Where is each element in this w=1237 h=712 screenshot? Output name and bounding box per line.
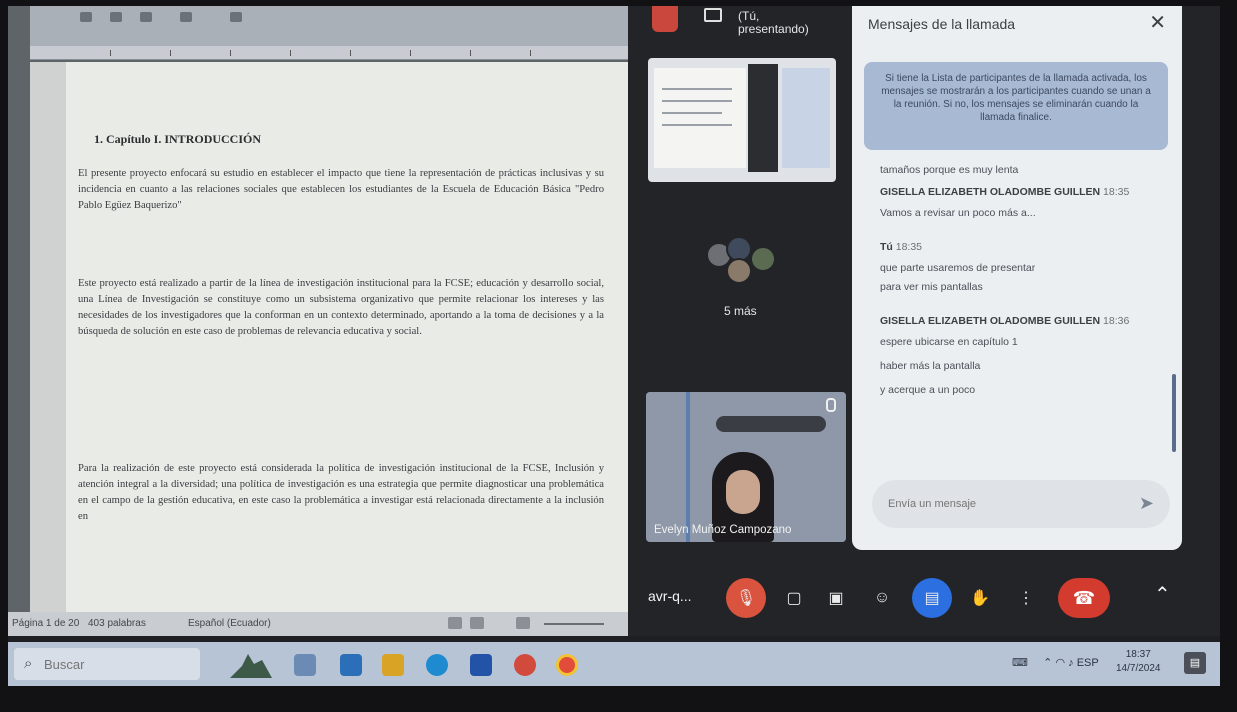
chat-title: Mensajes de la llamada — [868, 16, 1016, 32]
language-status[interactable]: Español (Ecuador) — [188, 618, 271, 629]
captions-icon: ▣ — [828, 590, 844, 607]
word-icon[interactable] — [470, 654, 492, 676]
send-icon[interactable]: ➤ — [1139, 493, 1154, 514]
leave-call-button[interactable]: ☎ — [1058, 578, 1110, 618]
message-sender: GISELLA ELIZABETH OLADOMBE GUILLEN 18:35 — [880, 186, 1130, 198]
app-icon[interactable] — [514, 654, 536, 676]
meeting-code: avr-q... — [648, 588, 692, 604]
chat-panel: Mensajes de la llamada ✕ Si tiene la Lis… — [852, 6, 1182, 550]
chrome-icon[interactable] — [556, 654, 578, 676]
participant-name: Evelyn Muñoz Campozano — [654, 524, 792, 536]
message-sender: Tú 18:35 — [880, 241, 923, 253]
system-tray[interactable]: ⌨ ⌃ ◠ ♪ ESP — [1012, 656, 1099, 669]
message-text: haber más la pantalla — [880, 360, 981, 372]
close-icon[interactable]: ✕ — [1149, 10, 1166, 35]
document-paragraph: Este proyecto está realizado a partir de… — [78, 278, 604, 337]
taskbar-search[interactable]: ⌕ — [14, 648, 200, 680]
chat-notice: Si tiene la Lista de participantes de la… — [864, 62, 1168, 150]
more-icon: ⋮ — [1018, 590, 1034, 607]
chat-input-box[interactable]: ➤ — [872, 480, 1170, 528]
others-avatars[interactable] — [706, 236, 784, 286]
bird-widget-icon[interactable] — [228, 650, 274, 680]
print-view-icon[interactable] — [470, 617, 484, 629]
document-margin — [30, 62, 66, 612]
present-icon: ▤ — [924, 590, 940, 607]
message-time: 18:36 — [1103, 315, 1130, 327]
save-icon[interactable] — [80, 12, 92, 22]
message-text: Vamos a revisar un poco más a... — [880, 207, 1036, 219]
hand-icon: ✋ — [970, 590, 990, 607]
task-view-icon[interactable] — [294, 654, 316, 676]
message-text: y acerque a un poco — [880, 384, 976, 396]
read-view-icon[interactable] — [448, 617, 462, 629]
chat-scrollbar[interactable] — [1172, 374, 1176, 452]
message-text: que parte usaremos de presentar — [880, 262, 1036, 274]
presentation-tile[interactable] — [648, 58, 836, 182]
clock-time: 18:37 — [1125, 649, 1151, 660]
captions-button[interactable]: ▣ — [816, 578, 856, 618]
keyboard-icon[interactable]: ⌨ — [1012, 657, 1028, 669]
wifi-icon[interactable]: ◠ — [1055, 657, 1065, 669]
notification-icon[interactable]: ▤ — [1184, 652, 1206, 674]
presenting-label: (Tú, presentando) — [738, 9, 809, 36]
chat-input[interactable] — [888, 494, 1128, 514]
document-heading: 1. Capítulo I. INTRODUCCIÓN — [94, 132, 262, 146]
chat-messages: tamaños porque es muy lenta GISELLA ELIZ… — [880, 164, 1170, 403]
clock-date: 14/7/2024 — [1116, 663, 1161, 674]
search-icon: ⌕ — [24, 655, 33, 672]
mic-icon — [826, 398, 836, 412]
ruler — [30, 46, 628, 60]
volume-icon[interactable]: ♪ — [1068, 657, 1074, 669]
chevron-up-icon[interactable]: ⌃ — [1043, 657, 1052, 669]
word-window: 1. Capítulo I. INTRODUCCIÓN El presente … — [8, 6, 628, 636]
undo-icon[interactable] — [110, 12, 122, 22]
others-count: 5 más — [724, 304, 757, 318]
emoji-icon: ☺ — [873, 589, 891, 606]
document-paragraph: Para la realización de este proyecto est… — [78, 463, 604, 522]
page-count[interactable]: Página 1 de 20 — [12, 618, 79, 629]
file-explorer-icon[interactable] — [382, 654, 404, 676]
word-ribbon — [30, 6, 628, 46]
record-indicator — [652, 6, 678, 32]
more-options-button[interactable]: ⋮ — [1006, 578, 1046, 618]
camera-icon: ▢ — [786, 590, 802, 607]
message-time: 18:35 — [1103, 186, 1130, 198]
toolbar-icon[interactable] — [230, 12, 242, 22]
mic-off-icon: 🎙 — [735, 590, 757, 607]
emoji-button[interactable]: ☺ — [862, 578, 902, 618]
message-time: 18:35 — [895, 241, 923, 253]
camera-button[interactable]: ▢ — [774, 578, 814, 618]
document-paragraph: El presente proyecto enfocará su estudio… — [78, 168, 604, 211]
participant-video-tile[interactable]: Evelyn Muñoz Campozano — [646, 392, 846, 542]
tray-language[interactable]: ESP — [1077, 657, 1099, 669]
meet-window: (Tú, presentando) 5 más Evelyn Muñoz Cam… — [628, 6, 1220, 636]
clock[interactable]: 18:37 14/7/2024 — [1116, 648, 1161, 676]
mail-icon[interactable] — [340, 654, 362, 676]
message-text: espere ubicarse en capítulo 1 — [880, 336, 1018, 348]
present-screen-icon — [704, 8, 722, 22]
mic-off-button[interactable]: 🎙 — [726, 578, 766, 618]
message-text: para ver mis pantallas — [880, 281, 983, 293]
word-count[interactable]: 403 palabras — [88, 618, 146, 629]
search-input[interactable] — [44, 654, 194, 674]
web-view-icon[interactable] — [516, 617, 530, 629]
word-status-bar: Página 1 de 20 403 palabras Español (Ecu… — [8, 612, 628, 636]
hangup-icon: ☎ — [1072, 587, 1096, 608]
redo-icon[interactable] — [140, 12, 152, 22]
zoom-slider[interactable] — [544, 623, 604, 625]
message-sender: GISELLA ELIZABETH OLADOMBE GUILLEN 18:36 — [880, 315, 1130, 327]
chevron-up-icon[interactable]: ⌃ — [1154, 582, 1171, 607]
edge-icon[interactable] — [426, 654, 448, 676]
message-text: tamaños porque es muy lenta — [880, 164, 1019, 176]
monitor-screen: 1. Capítulo I. INTRODUCCIÓN El presente … — [8, 6, 1220, 686]
present-button[interactable]: ▤ — [912, 578, 952, 618]
photo-frame: 1. Capítulo I. INTRODUCCIÓN El presente … — [0, 0, 1237, 712]
format-icon[interactable] — [180, 12, 192, 22]
raise-hand-button[interactable]: ✋ — [960, 578, 1000, 618]
taskbar: ⌕ ⌨ ⌃ ◠ ♪ ESP 18:37 14/7/2024 ▤ — [8, 642, 1220, 686]
